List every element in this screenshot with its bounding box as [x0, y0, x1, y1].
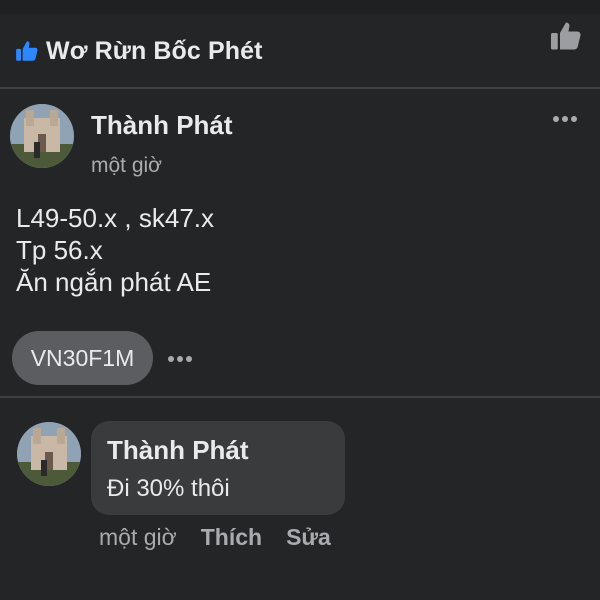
comment-text: Đi 30% thôi — [107, 475, 230, 502]
more-horizontal-icon[interactable] — [167, 352, 193, 370]
post-time[interactable]: một giờ — [91, 154, 162, 178]
post-divider — [0, 396, 600, 398]
avatar[interactable] — [17, 422, 81, 486]
post-body: L49-50.x , sk47.x Tp 56.x Ăn ngắn phát A… — [16, 202, 214, 298]
more-horizontal-icon[interactable] — [552, 112, 578, 130]
like-button[interactable]: Thích — [201, 524, 262, 551]
comment-time[interactable]: một giờ — [99, 524, 177, 551]
top-strip — [0, 0, 600, 14]
topic-tag-chip[interactable]: VN30F1M — [12, 331, 153, 385]
comment-actions: một giờ Thích Sửa — [99, 524, 331, 551]
post-line: L49-50.x , sk47.x — [16, 203, 214, 233]
group-title[interactable]: Wơ Rừn Bốc Phét — [46, 37, 263, 66]
post-author[interactable]: Thành Phát — [91, 110, 233, 141]
comment-author[interactable]: Thành Phát — [107, 435, 249, 466]
post-line: Ăn ngắn phát AE — [16, 267, 212, 297]
edit-button[interactable]: Sửa — [286, 524, 331, 551]
thumbs-up-icon — [14, 38, 40, 64]
comment-bubble[interactable]: Thành Phát Đi 30% thôi — [91, 421, 345, 515]
header-divider — [0, 87, 600, 89]
post-line: Tp 56.x — [16, 235, 103, 265]
avatar[interactable] — [10, 104, 74, 168]
group-header[interactable]: Wơ Rừn Bốc Phét — [0, 14, 600, 88]
thumbs-up-icon[interactable] — [548, 18, 584, 59]
